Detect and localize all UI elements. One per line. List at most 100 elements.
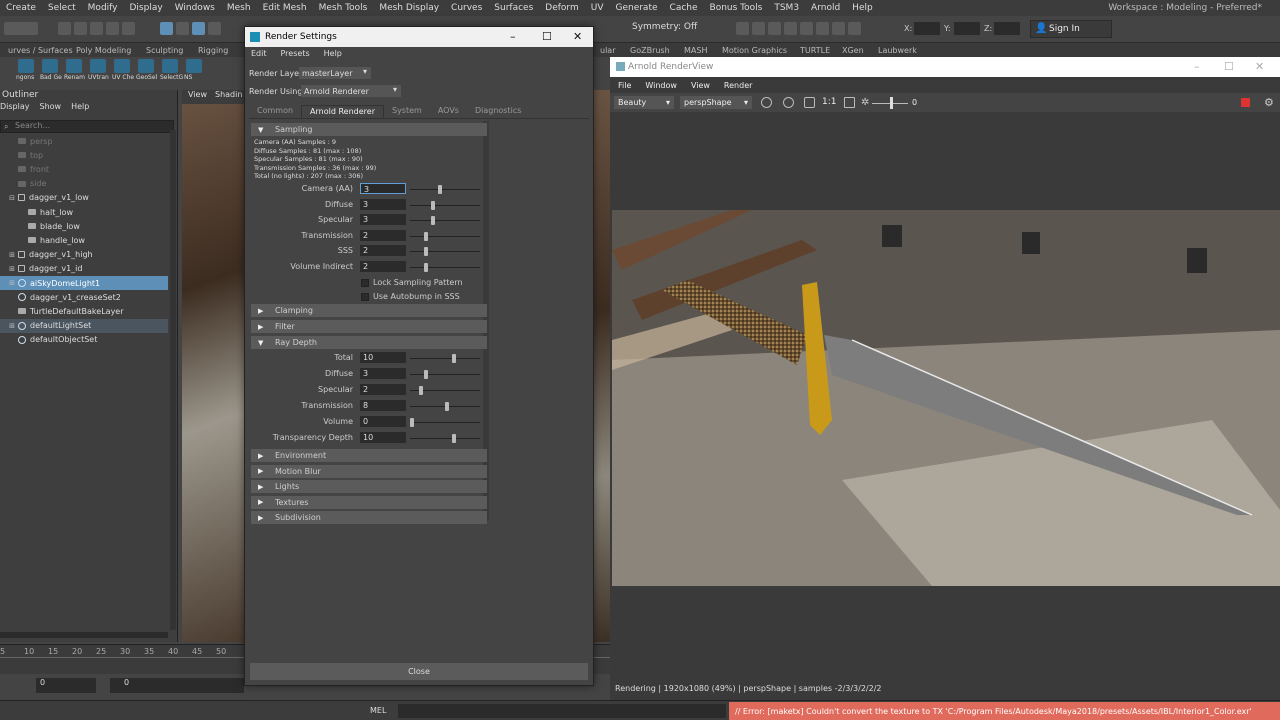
menu-curves[interactable]: Curves: [445, 3, 488, 13]
outliner-search-input[interactable]: Search...: [0, 120, 174, 133]
hypershade-icon[interactable]: [784, 22, 797, 35]
menu-display[interactable]: Display: [124, 3, 169, 13]
z-field[interactable]: [994, 22, 1020, 35]
slider-handle[interactable]: [431, 216, 435, 225]
outliner-v-scrollbar[interactable]: [170, 130, 176, 630]
shelf-tab[interactable]: Laubwerk: [870, 46, 925, 55]
field-input[interactable]: 3: [360, 368, 406, 379]
settings-icon[interactable]: ✲: [861, 97, 872, 108]
slider-handle[interactable]: [452, 354, 456, 363]
shelf-tab[interactable]: GoZBrush: [622, 46, 678, 55]
expand-toggle-icon[interactable]: ⊟: [8, 194, 16, 202]
new-scene-icon[interactable]: [58, 22, 71, 35]
slider-handle[interactable]: [424, 247, 428, 256]
field-input[interactable]: 3: [360, 198, 406, 210]
section-header[interactable]: ▶ Subdivision: [251, 511, 487, 525]
menu-mesh-tools[interactable]: Mesh Tools: [313, 3, 374, 13]
slider-track[interactable]: [410, 358, 480, 359]
shelf-tab[interactable]: Motion Graphics: [714, 46, 795, 55]
redo-icon[interactable]: [122, 22, 135, 35]
slider-handle[interactable]: [424, 262, 428, 272]
field-input[interactable]: 3: [360, 214, 406, 225]
menu-arnold[interactable]: Arnold: [805, 3, 846, 13]
viewport-menu-item[interactable]: View: [188, 90, 207, 99]
y-field[interactable]: [954, 22, 980, 35]
outliner-item[interactable]: dagger_v1_creaseSet2: [0, 290, 168, 304]
outliner-item[interactable]: handle_low: [0, 233, 168, 247]
arnold-ipr-icon[interactable]: [816, 22, 829, 35]
workspace-selector[interactable]: Workspace : Modeling - Preferred*: [1108, 3, 1262, 13]
viewport-3d[interactable]: [182, 90, 244, 642]
render-frame-icon[interactable]: [736, 22, 749, 35]
rs-menu-item[interactable]: Presets: [281, 49, 310, 63]
shelf-tool-icon[interactable]: [42, 59, 58, 73]
slider-track[interactable]: [410, 374, 480, 375]
paint-select-icon[interactable]: [192, 22, 205, 35]
rs-menu-item[interactable]: Edit: [251, 49, 267, 63]
field-input[interactable]: 8: [360, 400, 406, 411]
shelf-tab[interactable]: XGen: [834, 46, 872, 55]
field-input[interactable]: 2: [360, 245, 406, 256]
render-settings-icon[interactable]: [768, 22, 781, 35]
outliner-item[interactable]: ⊞ dagger_v1_high: [0, 248, 168, 262]
field-input[interactable]: 2: [360, 260, 406, 272]
menu-edit-mesh[interactable]: Edit Mesh: [257, 3, 313, 13]
slider-track[interactable]: [410, 251, 480, 252]
field-input[interactable]: 2: [360, 229, 406, 241]
close-icon[interactable]: ✕: [1255, 60, 1264, 73]
sign-in-button[interactable]: 👤 Sign In: [1030, 20, 1112, 38]
outliner-item[interactable]: ⊞ defaultLightSet: [0, 318, 168, 333]
lasso-tool-icon[interactable]: [176, 22, 189, 35]
section-header[interactable]: ▼ Ray Depth: [251, 336, 487, 349]
tab-arnold-renderer[interactable]: Arnold Renderer: [301, 105, 384, 118]
menu-bonus-tools[interactable]: Bonus Tools: [704, 3, 769, 13]
shelf-tab[interactable]: TURTLE: [792, 46, 838, 55]
field-input[interactable]: 10: [360, 432, 406, 443]
region-icon[interactable]: [844, 97, 855, 108]
menu-modify[interactable]: Modify: [82, 3, 124, 13]
slider-handle[interactable]: [424, 370, 428, 379]
shelf-tool-icon[interactable]: [90, 59, 106, 73]
menu-windows[interactable]: Windows: [169, 3, 221, 13]
outliner-item[interactable]: top: [0, 148, 168, 162]
section-header[interactable]: ▶ Environment: [251, 449, 487, 462]
section-header[interactable]: ▶ Lights: [251, 480, 487, 494]
minimize-icon[interactable]: –: [510, 30, 516, 43]
field-input[interactable]: 2: [360, 384, 406, 395]
outliner-item[interactable]: front: [0, 162, 168, 176]
outliner-item[interactable]: persp: [0, 134, 168, 148]
rs-menu-item[interactable]: Help: [324, 49, 342, 63]
shelf-tab[interactable]: Rigging: [190, 46, 236, 55]
shelf-tool-icon[interactable]: [138, 59, 154, 73]
slider-handle[interactable]: [438, 185, 442, 194]
command-input[interactable]: [398, 704, 726, 718]
close-button[interactable]: Close: [250, 663, 588, 680]
shelf-tool-icon[interactable]: [18, 59, 34, 73]
rv-menu-item[interactable]: Window: [645, 81, 677, 90]
slider-handle[interactable]: [452, 434, 456, 443]
shelf-tab[interactable]: Poly Modeling: [68, 46, 139, 55]
render-layer-dropdown[interactable]: masterLayer: [299, 67, 371, 79]
minimize-icon[interactable]: –: [1194, 60, 1200, 73]
select-tool-icon[interactable]: [160, 22, 173, 35]
tab-diagnostics[interactable]: Diagnostics: [467, 105, 529, 118]
save-scene-icon[interactable]: [90, 22, 103, 35]
menu-deform[interactable]: Deform: [539, 3, 584, 13]
slider-track[interactable]: [410, 204, 480, 206]
shelf-tool-icon[interactable]: [162, 59, 178, 73]
menu-surfaces[interactable]: Surfaces: [488, 3, 539, 13]
checkbox[interactable]: [361, 292, 369, 301]
outliner-menu-item[interactable]: Show: [40, 102, 62, 114]
ipr-render-icon[interactable]: [752, 22, 765, 35]
viewport-3d-right[interactable]: [594, 90, 610, 642]
slider-track[interactable]: [410, 235, 480, 237]
shelf-tab[interactable]: ular: [592, 46, 623, 55]
range-start-field[interactable]: 0: [110, 678, 244, 693]
close-icon[interactable]: ✕: [573, 30, 582, 43]
outliner-item[interactable]: TurtleDefaultBakeLayer: [0, 304, 168, 318]
start-frame-field[interactable]: 0: [36, 678, 96, 693]
outliner-item[interactable]: blade_low: [0, 219, 168, 233]
rv-menu-item[interactable]: File: [618, 81, 631, 90]
outliner-menu-item[interactable]: Display: [0, 102, 30, 114]
rv-menu-item[interactable]: Render: [724, 81, 752, 90]
